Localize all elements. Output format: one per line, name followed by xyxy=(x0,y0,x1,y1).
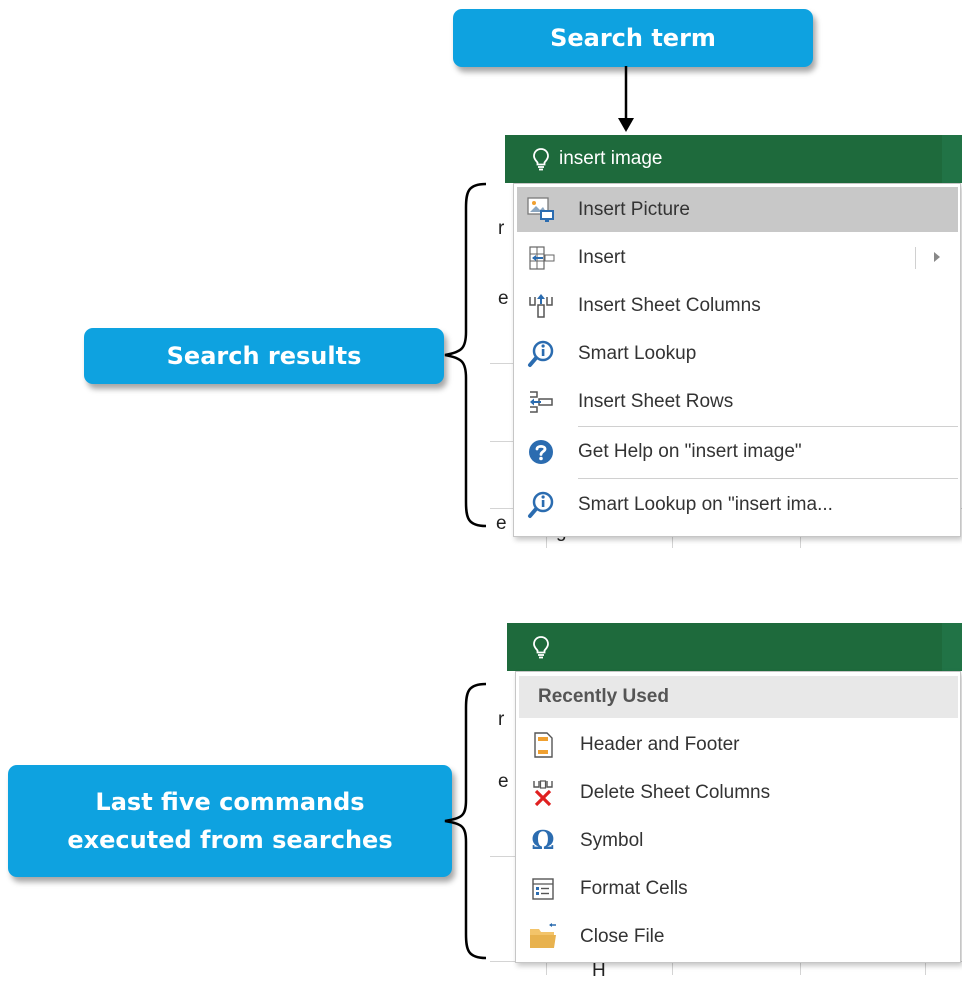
recently-used-header: Recently Used xyxy=(519,676,958,718)
result-smart-lookup-query[interactable]: Smart Lookup on "insert ima... xyxy=(517,482,958,527)
recent-brace xyxy=(444,682,487,960)
result-smart-lookup[interactable]: Smart Lookup xyxy=(517,331,958,376)
result-insert-sheet-columns[interactable]: Insert Sheet Columns xyxy=(517,283,958,328)
help-icon xyxy=(517,429,565,474)
tell-me-search-bar-empty[interactable] xyxy=(507,623,942,671)
recent-delete-sheet-columns[interactable]: Delete Sheet Columns xyxy=(519,770,958,815)
recently-used-menu: Recently Used Header and Footer Delete S… xyxy=(515,671,961,963)
smart-lookup-icon xyxy=(517,331,565,376)
result-get-help[interactable]: Get Help on "insert image" xyxy=(517,429,958,474)
last-five-callout: Last five commands executed from searche… xyxy=(8,765,452,877)
insert-rows-icon xyxy=(517,379,565,424)
recent-label: Format Cells xyxy=(580,877,688,899)
header-footer-icon xyxy=(519,722,567,767)
recent-header-and-footer[interactable]: Header and Footer xyxy=(519,722,958,767)
folder-icon xyxy=(519,914,567,959)
result-label: Get Help on "insert image" xyxy=(578,440,802,462)
search-term-callout: Search term xyxy=(453,9,813,67)
menu-separator xyxy=(578,426,958,427)
last-five-callout-line1: Last five commands xyxy=(95,788,365,816)
search-term-callout-label: Search term xyxy=(550,24,716,52)
search-results-callout: Search results xyxy=(84,328,444,384)
ribbon-strip xyxy=(942,623,962,671)
search-results-callout-label: Search results xyxy=(166,342,362,370)
lightbulb-icon xyxy=(527,147,555,171)
result-label: Smart Lookup on "insert ima... xyxy=(578,493,833,515)
recent-format-cells[interactable]: Format Cells xyxy=(519,866,958,911)
result-insert[interactable]: Insert xyxy=(517,235,958,280)
recent-symbol[interactable]: Ω Symbol xyxy=(519,818,958,863)
recent-label: Symbol xyxy=(580,829,644,851)
tell-me-search-bar[interactable]: insert image xyxy=(505,135,942,183)
smart-lookup-icon xyxy=(517,482,565,527)
result-label: Insert Picture xyxy=(578,198,690,220)
search-query-text: insert image xyxy=(559,148,663,169)
recent-label: Delete Sheet Columns xyxy=(580,781,771,803)
recently-used-label: Recently Used xyxy=(538,686,669,707)
last-five-callout-line2: executed from searches xyxy=(67,826,393,854)
ribbon-strip xyxy=(942,135,962,183)
picture-icon xyxy=(517,187,565,232)
submenu-arrow-icon xyxy=(934,252,940,262)
search-results-menu: Insert Picture Insert Insert Sheet Colum… xyxy=(513,183,961,537)
result-label: Smart Lookup xyxy=(578,342,697,364)
recent-close-file[interactable]: Close File xyxy=(519,914,958,959)
menu-separator xyxy=(578,478,958,479)
down-arrow-icon xyxy=(618,66,634,132)
result-label: Insert xyxy=(578,246,626,268)
insert-columns-icon xyxy=(517,283,565,328)
result-insert-sheet-rows[interactable]: Insert Sheet Rows xyxy=(517,379,958,424)
results-brace xyxy=(444,182,487,528)
omega-icon: Ω xyxy=(531,825,555,856)
result-label: Insert Sheet Rows xyxy=(578,390,734,412)
insert-cells-icon xyxy=(517,235,565,280)
submenu-separator xyxy=(915,247,916,269)
recent-label: Header and Footer xyxy=(580,733,740,755)
lightbulb-icon xyxy=(527,635,555,659)
format-cells-icon xyxy=(519,866,567,911)
delete-columns-icon xyxy=(519,770,567,815)
recent-label: Close File xyxy=(580,925,665,947)
result-label: Insert Sheet Columns xyxy=(578,294,761,316)
result-insert-picture[interactable]: Insert Picture xyxy=(517,187,958,232)
